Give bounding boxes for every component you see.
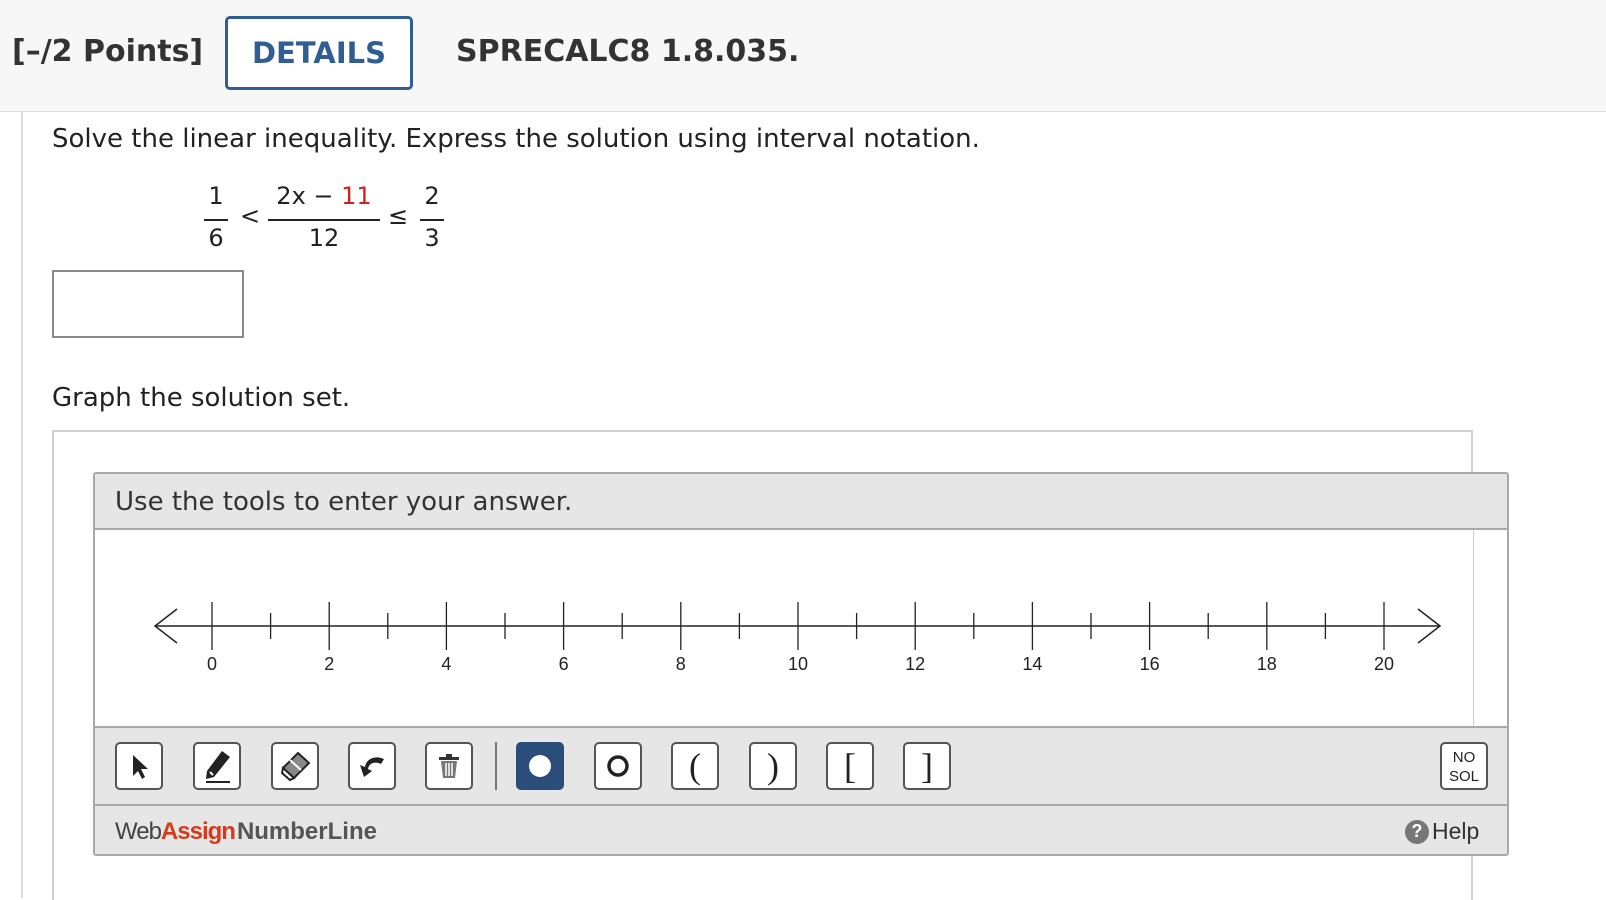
eraser-icon — [280, 751, 311, 782]
tick-label: 10 — [788, 654, 808, 674]
right-numerator: 2 — [424, 182, 440, 210]
left-denominator: 6 — [208, 224, 224, 252]
open-point-button[interactable] — [594, 742, 642, 790]
no-solution-button[interactable]: NO SOL — [1440, 742, 1488, 790]
tool-instruction: Use the tools to enter your answer. — [115, 487, 573, 517]
closed-point-button[interactable] — [516, 742, 564, 790]
delete-button[interactable] — [425, 742, 473, 790]
graph-prompt: Graph the solution set. — [52, 383, 351, 413]
left-bracket-button[interactable]: [ — [826, 742, 874, 790]
left-numerator: 1 — [208, 182, 224, 210]
middle-denominator: 12 — [308, 224, 340, 252]
right-bracket-button[interactable]: ] — [903, 742, 951, 790]
left-paren-button[interactable]: ( — [671, 742, 719, 790]
pencil-tool-button[interactable] — [193, 742, 241, 790]
undo-icon — [360, 757, 384, 777]
tick-label: 2 — [324, 654, 334, 674]
help-link[interactable]: ? Help — [1405, 818, 1479, 845]
tick-label: 0 — [207, 654, 217, 674]
tick-label: 16 — [1140, 654, 1160, 674]
less-than-sign: < — [240, 202, 261, 230]
tick-label: 4 — [441, 654, 451, 674]
help-label: Help — [1432, 818, 1480, 844]
trash-icon — [439, 754, 459, 778]
undo-button[interactable] — [348, 742, 396, 790]
question-header: [–/2 Points] DETAILS SPRECALC8 1.8.035. — [0, 0, 1606, 112]
pencil-icon — [206, 751, 230, 783]
arrow-icon — [133, 755, 148, 779]
points-label: [–/2 Points] — [12, 34, 204, 69]
no-solution-label-1: NO — [1452, 749, 1476, 766]
toolbar-separator — [495, 742, 497, 790]
tick-label: 6 — [559, 654, 569, 674]
open-dot-icon — [607, 755, 629, 777]
tick-label: 8 — [676, 654, 686, 674]
no-solution-label-2: SOL — [1448, 768, 1479, 785]
details-button[interactable]: DETAILS — [225, 16, 413, 90]
tick-label: 20 — [1374, 654, 1394, 674]
question-prompt: Solve the linear inequality. Express the… — [52, 124, 980, 154]
eraser-tool-button[interactable] — [271, 742, 319, 790]
left-rule — [21, 111, 23, 898]
tick-label: 12 — [905, 654, 925, 674]
tick-label: 18 — [1257, 654, 1277, 674]
webassign-numberline-logo: WebAssignNumberLine — [115, 818, 377, 845]
problem-code: SPRECALC8 1.8.035. — [456, 34, 800, 69]
numberline-tool: Use the tools to enter your answer. 0 2 4 6… — [93, 472, 1509, 856]
tick-label: 14 — [1022, 654, 1042, 674]
middle-numerator: 2x − 11 — [276, 182, 372, 210]
filled-dot-icon — [529, 755, 551, 777]
tool-footer: WebAssignNumberLine ? Help — [95, 806, 1507, 854]
less-equal-sign: ≤ — [388, 202, 409, 230]
pointer-tool-button[interactable] — [115, 742, 163, 790]
tool-header: Use the tools to enter your answer. — [95, 474, 1507, 530]
number-line[interactable]: 0 2 4 6 8 10 12 14 16 18 20 — [95, 530, 1473, 726]
numberline-canvas[interactable]: 0 2 4 6 8 10 12 14 16 18 20 — [95, 530, 1473, 726]
right-denominator: 3 — [424, 224, 440, 252]
tool-bar: ( ) [ ] NO SOL — [95, 726, 1507, 806]
interval-answer-input[interactable] — [52, 270, 244, 338]
help-icon: ? — [1405, 819, 1429, 844]
right-paren-button[interactable]: ) — [749, 742, 797, 790]
